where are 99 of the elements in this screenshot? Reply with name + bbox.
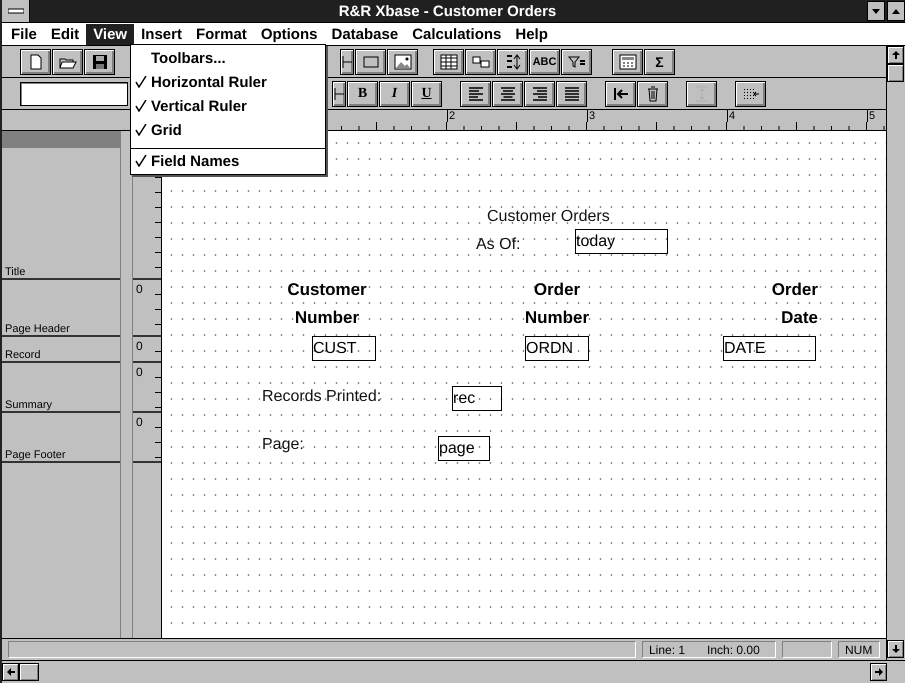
down-arrow-icon (892, 645, 900, 653)
toolbar-button[interactable]: Σ (644, 48, 675, 74)
scroll-left-button[interactable] (2, 663, 19, 681)
menu-option[interactable]: Vertical Ruler (131, 94, 325, 118)
open-button[interactable] (52, 48, 83, 74)
ruler-number: 0 (135, 282, 143, 296)
scroll-thumb[interactable] (19, 663, 39, 681)
up-arrow-icon (892, 51, 900, 59)
column-heading: Order Number (524, 279, 590, 329)
sort-button[interactable] (497, 48, 528, 74)
toolbar-button[interactable]: U (411, 80, 442, 106)
window-title: R&R Xbase - Customer Orders (338, 2, 558, 20)
report-field[interactable]: today (575, 229, 668, 254)
ruler-number: 2 (447, 110, 456, 122)
menu-option[interactable]: Horizontal Ruler (131, 70, 325, 94)
menu-item[interactable]: Calculations (405, 24, 508, 44)
menu-item[interactable]: Format (188, 24, 254, 44)
vertical-scrollbar[interactable] (886, 46, 905, 660)
menu-option[interactable]: Toolbars... (131, 46, 325, 70)
menu-option[interactable]: Field Names (131, 148, 325, 173)
band-name: Title (4, 266, 26, 278)
toolbar-button[interactable]: ABC (529, 48, 560, 74)
status-pane (782, 641, 832, 658)
ruler-number: 4 (727, 110, 736, 122)
report-label: As Of: (476, 236, 520, 254)
line-button[interactable] (332, 80, 346, 106)
maximize-button[interactable] (887, 1, 905, 21)
scroll-right-button[interactable] (870, 663, 887, 681)
check-icon (135, 155, 147, 167)
calculator-icon (618, 52, 636, 70)
check-icon (135, 124, 147, 136)
num-lock-indicator: NUM (845, 642, 872, 656)
table-button[interactable] (433, 48, 464, 74)
align-right-icon (530, 84, 548, 102)
report-field[interactable]: CUST (312, 336, 376, 361)
band-name: Record (4, 349, 42, 361)
menu-item[interactable]: Insert (134, 24, 189, 44)
indent-button[interactable] (605, 80, 636, 106)
rectangle-button[interactable] (355, 48, 386, 74)
new-button[interactable] (20, 48, 51, 74)
menu-item[interactable]: Options (254, 24, 324, 44)
calculator-button[interactable] (612, 48, 643, 74)
scroll-down-button[interactable] (887, 640, 904, 658)
delete-button[interactable] (637, 80, 668, 106)
ruler-number: 0 (135, 339, 143, 353)
grid-button[interactable] (735, 80, 766, 106)
align-left-button[interactable] (460, 80, 491, 106)
menu-item[interactable]: Help (508, 24, 555, 44)
inch-indicator: Inch: 0.00 (707, 642, 760, 656)
justify-icon (562, 84, 580, 102)
line-indicator: Line: 1 (649, 642, 686, 656)
line-button[interactable] (340, 48, 354, 74)
ruler-number: 0 (135, 415, 143, 429)
align-right-button[interactable] (524, 80, 555, 106)
band-name: Summary (4, 399, 54, 411)
report-label: Customer Orders (487, 208, 610, 226)
menu-item[interactable]: Database (324, 24, 406, 44)
menu-item[interactable]: View (86, 24, 134, 44)
toolbar-button[interactable]: I (379, 80, 410, 106)
down-triangle-icon (872, 8, 880, 14)
report-label: Records Printed: (262, 388, 382, 406)
menu-item[interactable]: File (4, 24, 44, 44)
report-label: Page: (262, 436, 304, 454)
scroll-thumb[interactable] (887, 64, 904, 82)
table-icon (440, 52, 458, 70)
check-icon (135, 76, 147, 88)
report-field[interactable]: page (438, 436, 490, 461)
band-name: Page Header (4, 323, 71, 335)
column-heading: Order Date (770, 279, 818, 329)
menu-option[interactable]: Grid (131, 118, 325, 142)
report-field[interactable]: rec (452, 386, 502, 411)
font-field[interactable] (20, 82, 128, 106)
picture-button[interactable] (387, 48, 418, 74)
system-menu-button[interactable] (2, 0, 30, 22)
report-field[interactable]: DATE (723, 336, 816, 361)
right-arrow-icon (874, 668, 882, 676)
menu-item[interactable]: Edit (44, 24, 86, 44)
report-field[interactable]: ORDN (525, 336, 589, 361)
align-left-icon (466, 84, 484, 102)
ruler-number: 3 (587, 110, 596, 122)
ruler-number: 5 (867, 110, 876, 122)
justify-button[interactable] (556, 80, 587, 106)
save-button[interactable] (84, 48, 115, 74)
minimize-button[interactable] (867, 1, 885, 21)
toolbar-button[interactable]: B (347, 80, 378, 106)
align-center-button[interactable] (492, 80, 523, 106)
column-heading: Customer Number (286, 279, 368, 329)
horizontal-scrollbar[interactable] (2, 660, 905, 683)
filter-button[interactable] (561, 48, 592, 74)
minus-icon (8, 8, 24, 14)
picture-icon (394, 52, 412, 70)
up-triangle-icon (892, 8, 900, 14)
left-arrow-icon (6, 668, 14, 676)
field-button[interactable] (465, 48, 496, 74)
align-center-icon (498, 84, 516, 102)
band-name: Page Footer (4, 449, 67, 461)
ruler-number: 0 (135, 365, 143, 379)
scroll-up-button[interactable] (887, 46, 904, 64)
check-icon (135, 100, 147, 112)
